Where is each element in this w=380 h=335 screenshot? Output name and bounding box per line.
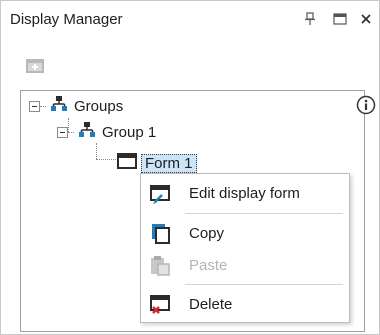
menu-separator (185, 213, 343, 214)
tree-node-group-1[interactable]: Group 1 (57, 120, 156, 144)
group-tree-icon (78, 121, 96, 144)
context-menu: Edit display form Copy Paste Delete (140, 173, 350, 323)
tree-node-label: Groups (74, 97, 124, 115)
panel-titlebar: Display Manager (1, 1, 379, 37)
new-display-icon[interactable] (23, 54, 47, 78)
info-icon[interactable] (356, 95, 376, 115)
tree-connector (96, 159, 118, 160)
menu-item-paste[interactable]: Paste (141, 250, 349, 280)
menu-item-copy[interactable]: Copy (141, 218, 349, 248)
tree-node-groups[interactable]: Groups (29, 94, 123, 118)
menu-item-edit-display-form[interactable]: Edit display form (141, 178, 349, 208)
menu-item-delete[interactable]: Delete (141, 289, 349, 319)
menu-item-label: Edit display form (189, 184, 300, 202)
copy-icon (149, 222, 171, 244)
menu-separator (185, 284, 343, 285)
tree-node-form-1[interactable]: Form 1 (117, 151, 197, 175)
group-tree-icon (50, 95, 68, 118)
delete-display-icon (149, 293, 171, 315)
tree-connector (96, 143, 97, 159)
edit-display-icon (149, 183, 171, 205)
panel-toolbar (1, 45, 379, 81)
tree-node-label: Group 1 (102, 123, 157, 141)
menu-item-label: Paste (189, 256, 228, 274)
collapse-toggle[interactable] (29, 100, 40, 112)
pin-icon[interactable] (301, 10, 319, 28)
display-form-icon (117, 152, 137, 174)
menu-item-label: Delete (189, 295, 233, 313)
display-manager-panel: Display Manager Groups Group 1 Form 1 Ed… (0, 0, 380, 335)
paste-icon (149, 254, 171, 276)
close-icon[interactable] (357, 10, 375, 28)
tree-node-label: Form 1 (141, 153, 197, 173)
collapse-toggle[interactable] (57, 126, 68, 138)
menu-item-label: Copy (189, 224, 225, 242)
maximize-icon[interactable] (331, 10, 349, 28)
panel-title: Display Manager (10, 11, 123, 28)
